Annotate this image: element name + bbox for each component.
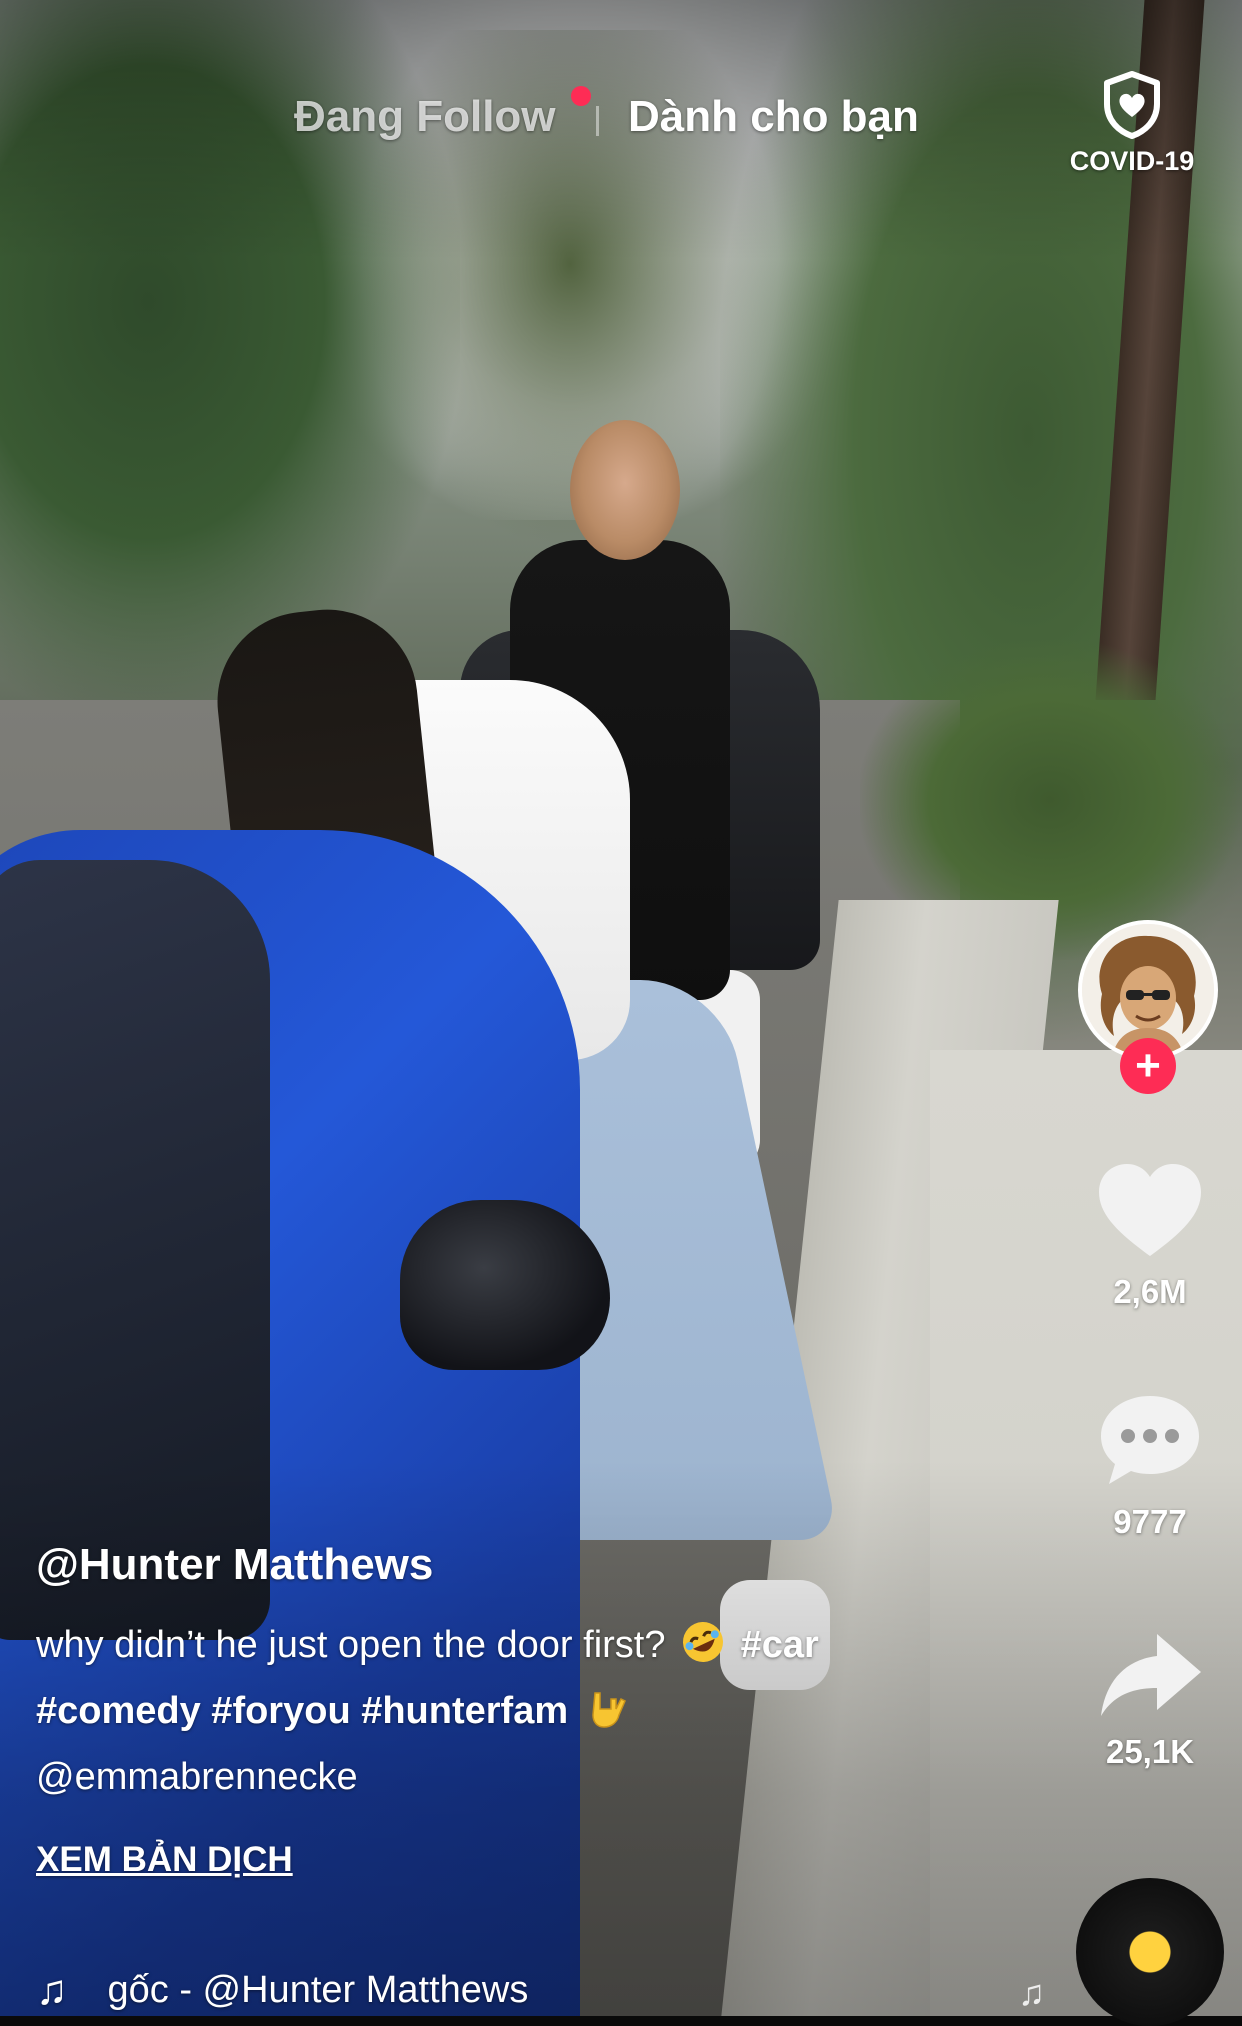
caption-line1-text: why didn’t he just open the door first? xyxy=(36,1624,666,1666)
video-man-head xyxy=(570,420,680,560)
like-count: 2,6M xyxy=(1113,1273,1187,1310)
creator-username[interactable]: @Hunter Matthews xyxy=(36,1540,1036,1590)
avatar-illustration xyxy=(1082,924,1214,1056)
see-translation-link[interactable]: XEM BẢN DỊCH xyxy=(36,1840,1036,1880)
following-notification-dot xyxy=(571,86,591,106)
tab-following[interactable]: Đang Follow xyxy=(294,92,556,142)
covid-button[interactable]: COVID-19 xyxy=(1062,70,1202,177)
tab-for-you[interactable]: Dành cho bạn xyxy=(628,92,919,142)
music-note-icon: ♫ xyxy=(36,1966,68,2013)
video-caption: @Hunter Matthews why didn’t he just open… xyxy=(36,1540,1036,1880)
share-button[interactable]: 25,1K xyxy=(1070,1630,1230,1771)
caption-hashtags[interactable]: #comedy #foryou #hunterfam xyxy=(36,1690,568,1732)
comment-count: 9777 xyxy=(1113,1503,1187,1540)
comment-button[interactable]: 9777 xyxy=(1070,1390,1230,1541)
share-count: 25,1K xyxy=(1105,1733,1195,1770)
love-you-gesture-emoji xyxy=(591,1692,626,1728)
feed-tabs: Đang Follow Dành cho bạn xyxy=(0,86,1242,162)
mention-link[interactable]: @emmabrennecke xyxy=(36,1756,358,1798)
covid-label: COVID-19 xyxy=(1069,146,1195,176)
rolling-on-floor-laughing-emoji xyxy=(683,1622,724,1662)
caption-text: why didn’t he just open the door first? … xyxy=(36,1612,1036,1810)
comment-dots-icon xyxy=(1101,1396,1199,1484)
sound-title: gốc - @Hunter Matthews xyxy=(107,1968,529,2011)
creator-avatar-group: + xyxy=(1078,920,1218,1094)
sound-info[interactable]: ♫ gốc - @Hunter Matthews xyxy=(36,1966,528,2014)
music-disc-button[interactable] xyxy=(1076,1878,1224,2026)
share-arrow-icon xyxy=(1101,1634,1201,1716)
follow-plus-button[interactable]: + xyxy=(1120,1038,1176,1094)
video-car-mirror xyxy=(400,1200,610,1370)
like-button[interactable]: 2,6M xyxy=(1070,1160,1230,1311)
shield-heart-icon xyxy=(1104,71,1160,139)
floating-music-note-icon: ♫ xyxy=(1018,1972,1045,2013)
tab-divider xyxy=(596,106,599,136)
hashtag-car[interactable]: #car xyxy=(741,1624,819,1666)
heart-icon xyxy=(1099,1164,1201,1256)
